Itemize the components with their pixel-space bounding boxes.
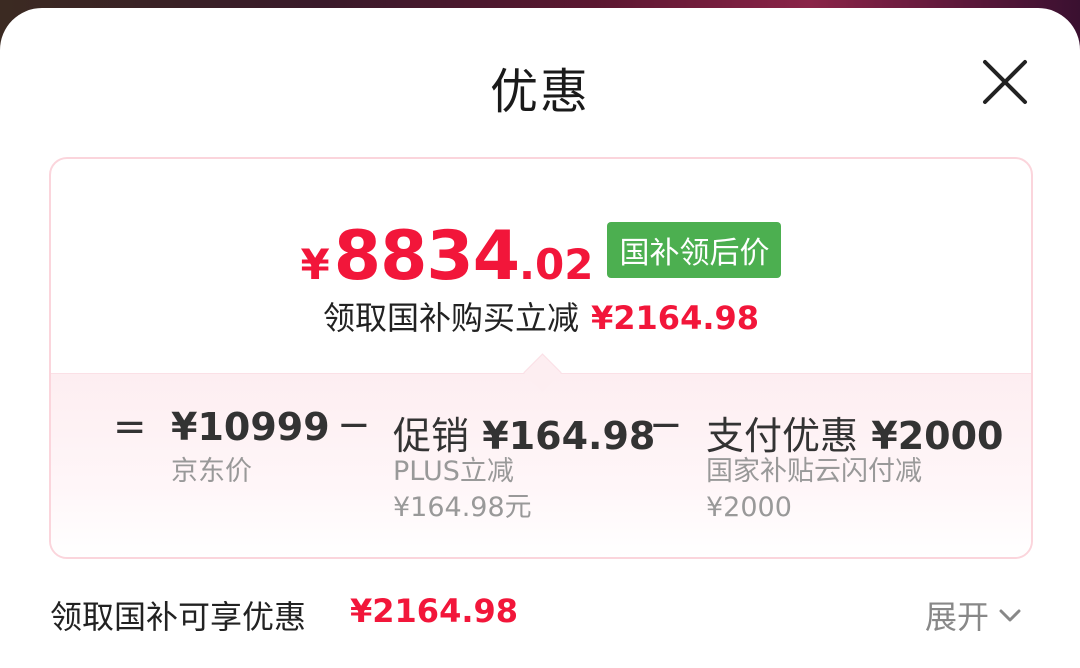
subsidy-benefit-label: 领取国补可享优惠 — [50, 598, 307, 636]
promo-summary: 促销 ¥164.98 — [393, 405, 655, 460]
savings-amount: ¥2164.98 — [591, 299, 760, 337]
chevron-down-icon — [999, 609, 1021, 622]
close-icon — [983, 60, 1027, 104]
expand-button[interactable]: 展开 — [925, 592, 1023, 638]
payment-detail-line2: ¥2000 — [706, 492, 792, 523]
promo-amount: ¥164.98 — [482, 414, 656, 458]
payment-detail-line1: 国家补贴云闪付减 — [706, 456, 922, 487]
expand-label: 展开 — [925, 598, 990, 636]
minus-sign-1: − — [337, 402, 371, 448]
payment-amount: ¥2000 — [871, 414, 1004, 458]
price-decimal: .02 — [519, 240, 594, 289]
equals-sign: = — [113, 404, 147, 450]
promo-detail-line1: PLUS立减 — [393, 456, 514, 487]
sheet-title: 优惠 — [489, 64, 590, 120]
savings-text: 领取国补购买立减 — [322, 299, 579, 337]
currency-symbol: ¥ — [300, 240, 330, 289]
final-price-row: ¥ 8834 .02 国补领后价 — [51, 217, 1031, 296]
promo-title: 促销 — [393, 414, 470, 458]
subsidy-benefit-amount: ¥2164.98 — [350, 592, 519, 630]
price-breakdown-card: ¥ 8834 .02 国补领后价 领取国补购买立减 ¥2164.98 = ¥109… — [49, 157, 1033, 559]
jd-price-label: 京东价 — [171, 456, 252, 487]
minus-sign-2: − — [649, 402, 683, 448]
payment-title: 支付优惠 — [706, 414, 859, 458]
close-button[interactable] — [975, 52, 1035, 112]
savings-line: 领取国补购买立减 ¥2164.98 — [51, 293, 1031, 339]
jd-price-amount: ¥10999 — [171, 405, 330, 449]
price-integer: 8834 — [333, 217, 520, 296]
payment-summary: 支付优惠 ¥2000 — [706, 405, 1003, 460]
final-price: ¥ 8834 .02 — [301, 217, 594, 296]
subsidy-price-badge: 国补领后价 — [607, 221, 782, 278]
promo-detail-line2: ¥164.98元 — [393, 492, 532, 523]
